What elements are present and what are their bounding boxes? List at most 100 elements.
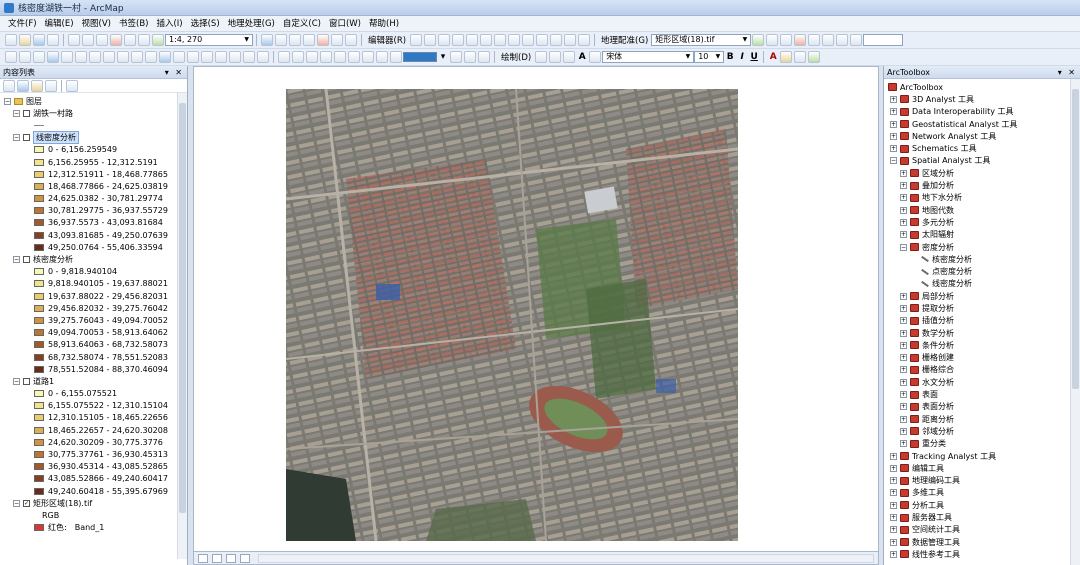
expand-icon[interactable]: + xyxy=(900,378,907,386)
toc-layer[interactable]: − 湖铁一村路 xyxy=(4,107,187,119)
clear-selection-icon[interactable] xyxy=(131,51,143,63)
layout-view-button[interactable] xyxy=(212,553,222,563)
focus-data-frame-icon[interactable] xyxy=(464,51,476,63)
toolbox-tool[interactable]: 线密度分析 xyxy=(888,278,1080,290)
toolbox-toolset[interactable]: + Network Analyst 工具 xyxy=(888,130,1080,142)
layout-zoom-in-icon[interactable] xyxy=(278,51,290,63)
viewer-icon[interactable] xyxy=(822,34,835,46)
expand-icon[interactable]: + xyxy=(890,501,897,509)
toolbox-toolset[interactable]: + 分析工具 xyxy=(888,499,1080,511)
legend-color-swatch[interactable] xyxy=(34,329,44,337)
toolbox-toolset[interactable]: + 数据管理工具 xyxy=(888,536,1080,548)
toc-layer[interactable]: − 线密度分析 xyxy=(4,131,187,145)
toolbox-toolset[interactable]: + 水文分析 xyxy=(888,376,1080,388)
redo-icon[interactable] xyxy=(138,34,150,46)
legend-color-swatch[interactable] xyxy=(34,426,44,434)
toolbox-toolset[interactable]: + 栅格综合 xyxy=(888,364,1080,376)
toolbox-toolset[interactable]: + 邻域分析 xyxy=(888,425,1080,437)
pause-drawing-button[interactable] xyxy=(240,553,250,563)
select-elements-cursor-icon[interactable] xyxy=(535,51,548,63)
toolbox-toolset[interactable]: + 表面 xyxy=(888,388,1080,400)
expand-icon[interactable]: + xyxy=(890,550,897,558)
editor-toolbar-icon[interactable] xyxy=(261,34,273,46)
layout-fixed-zoom-out-icon[interactable] xyxy=(362,51,374,63)
toolbox-toolset[interactable]: + 线性参考工具 xyxy=(888,548,1080,560)
expand-icon[interactable]: + xyxy=(900,415,907,423)
font-color-button[interactable]: A xyxy=(767,52,779,62)
expand-icon[interactable]: + xyxy=(900,231,907,239)
undo-icon[interactable] xyxy=(124,34,136,46)
fixed-zoom-in-icon[interactable] xyxy=(61,51,73,63)
catalog-window-icon[interactable] xyxy=(289,34,301,46)
toc-layer[interactable]: − 道路1 xyxy=(4,375,187,387)
toc-window-icon[interactable] xyxy=(275,34,287,46)
find-route-icon[interactable] xyxy=(187,51,199,63)
select-elements-icon[interactable] xyxy=(145,51,157,63)
toolbox-toolset[interactable]: + 局部分析 xyxy=(888,290,1080,302)
legend-color-swatch[interactable] xyxy=(34,268,44,276)
legend-color-swatch[interactable] xyxy=(34,292,44,300)
expand-icon[interactable]: + xyxy=(890,477,897,485)
expand-icon[interactable]: + xyxy=(900,292,907,300)
layer-visibility-checkbox[interactable]: ✓ xyxy=(23,499,30,507)
menu-insert[interactable]: 插入(I) xyxy=(152,16,186,32)
html-popup-icon[interactable] xyxy=(229,51,241,63)
save-icon[interactable] xyxy=(33,34,45,46)
edit-tool-icon[interactable] xyxy=(410,34,423,46)
layer-visibility-checkbox[interactable] xyxy=(23,134,30,142)
menu-view[interactable]: 视图(V) xyxy=(78,16,115,32)
font-size-combo[interactable]: 10 ▼ xyxy=(694,51,725,63)
legend-color-swatch[interactable] xyxy=(34,170,44,178)
edit-vertices-icon[interactable] xyxy=(494,34,507,46)
toolbox-tool[interactable]: 点密度分析 xyxy=(888,265,1080,277)
toolbox-toolset[interactable]: + Tracking Analyst 工具 xyxy=(888,450,1080,462)
collapse-icon[interactable]: − xyxy=(13,377,20,385)
expand-icon[interactable]: + xyxy=(900,366,907,374)
collapse-icon[interactable]: − xyxy=(890,157,897,165)
layout-fixed-zoom-in-icon[interactable] xyxy=(348,51,360,63)
georef-extra-combo[interactable] xyxy=(863,34,904,46)
split-icon[interactable] xyxy=(536,34,549,46)
open-icon[interactable] xyxy=(19,34,31,46)
rotate-georef-icon[interactable] xyxy=(752,34,765,46)
legend-color-swatch[interactable] xyxy=(34,146,44,154)
toc-root[interactable]: − 图层 xyxy=(4,95,187,107)
legend-color-swatch[interactable] xyxy=(34,195,44,203)
full-extent-icon[interactable] xyxy=(47,51,59,63)
menu-windows[interactable]: 窗口(W) xyxy=(325,16,365,32)
toolbox-toolset[interactable]: + 地理编码工具 xyxy=(888,475,1080,487)
cut-icon[interactable] xyxy=(68,34,80,46)
legend-color-swatch[interactable] xyxy=(34,365,44,373)
toolbox-toolset[interactable]: + Schematics 工具 xyxy=(888,142,1080,154)
straight-segment-icon[interactable] xyxy=(438,34,451,46)
pan-icon[interactable] xyxy=(33,51,45,63)
options-icon[interactable] xyxy=(66,79,78,92)
scale-georef-icon[interactable] xyxy=(780,34,793,46)
legend-color-swatch[interactable] xyxy=(34,438,44,446)
legend-color-swatch[interactable] xyxy=(34,182,44,190)
collapse-icon[interactable]: − xyxy=(13,134,20,142)
find-icon[interactable] xyxy=(173,51,185,63)
expand-icon[interactable]: + xyxy=(890,145,897,153)
sketch-properties-icon[interactable] xyxy=(578,34,591,46)
convert-to-graphics-icon[interactable] xyxy=(589,51,602,63)
create-viewer-window-icon[interactable] xyxy=(257,51,269,63)
toc-layer[interactable]: − ✓ 矩形区域(18).tif xyxy=(4,497,187,509)
fixed-zoom-out-icon[interactable] xyxy=(75,51,87,63)
collapse-icon[interactable]: − xyxy=(13,256,20,264)
python-window-icon[interactable] xyxy=(331,34,343,46)
expand-icon[interactable]: + xyxy=(890,538,897,546)
toggle-draft-mode-icon[interactable] xyxy=(450,51,462,63)
toolbox-toolset[interactable]: + 区域分析 xyxy=(888,167,1080,179)
refresh-icon[interactable] xyxy=(850,34,863,46)
toolbox-toolset[interactable]: + 地图代数 xyxy=(888,204,1080,216)
legend-color-swatch[interactable] xyxy=(34,390,44,398)
legend-color-swatch[interactable] xyxy=(34,243,44,251)
pin-close-icon[interactable]: ▾ ✕ xyxy=(165,68,184,77)
text-tool[interactable]: A xyxy=(576,52,588,62)
expand-icon[interactable]: + xyxy=(900,169,907,177)
legend-color-swatch[interactable] xyxy=(34,158,44,166)
underline-button[interactable]: U xyxy=(748,52,760,62)
expand-icon[interactable]: + xyxy=(890,132,897,140)
menu-edit[interactable]: 编辑(E) xyxy=(41,16,78,32)
